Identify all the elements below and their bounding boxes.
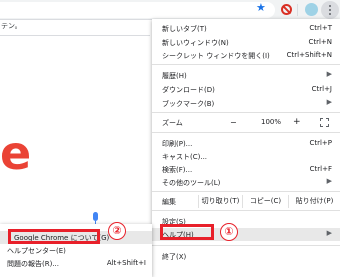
menu-item-label: 編集 bbox=[162, 198, 176, 206]
menu-divider bbox=[152, 112, 340, 113]
google-logo-fragment: e bbox=[0, 126, 32, 180]
zoom-in-button[interactable]: + bbox=[293, 117, 301, 127]
step-badge-1: ① bbox=[220, 223, 238, 241]
about-highlight-box bbox=[8, 229, 100, 244]
menu-item-new-tab[interactable]: 新しいタブ(T) Ctrl+T bbox=[152, 22, 340, 35]
copy-button[interactable]: コピー(C) bbox=[242, 195, 288, 208]
menu-item-label: 新しいウィンドウ(N) bbox=[162, 39, 229, 47]
menu-item-label: 終了(X) bbox=[162, 253, 187, 261]
chrome-main-menu: 新しいタブ(T) Ctrl+T 新しいウィンドウ(N) Ctrl+N シークレッ… bbox=[152, 19, 340, 277]
menu-item-shortcut: Ctrl+N bbox=[308, 38, 332, 46]
menu-divider bbox=[152, 64, 340, 65]
menu-item-new-window[interactable]: 新しいウィンドウ(N) Ctrl+N bbox=[152, 36, 340, 49]
cut-button[interactable]: 切り取り(T) bbox=[198, 195, 242, 208]
submenu-item-report-issue[interactable]: 問題の報告(R)... Alt+Shift+I bbox=[0, 257, 152, 270]
menu-item-edit: 編集 切り取り(T) コピー(C) 貼り付け(P) bbox=[152, 195, 340, 208]
menu-item-incognito[interactable]: シークレット ウィンドウを開く(I) Ctrl+Shift+N bbox=[152, 49, 340, 62]
menu-item-label: ダウンロード(D) bbox=[162, 86, 215, 94]
zoom-out-button[interactable]: − bbox=[230, 118, 237, 127]
fullscreen-icon[interactable] bbox=[320, 118, 329, 127]
menu-item-zoom: ズーム − 100% + bbox=[152, 116, 340, 129]
menu-item-exit[interactable]: 終了(X) bbox=[152, 250, 340, 263]
microphone-icon[interactable] bbox=[93, 212, 98, 224]
paste-button[interactable]: 貼り付け(P) bbox=[288, 195, 340, 208]
menu-item-shortcut: Ctrl+P bbox=[309, 139, 332, 147]
submenu-arrow-icon: ▶ bbox=[326, 98, 332, 106]
menu-item-cast[interactable]: キャスト(C)... bbox=[152, 150, 340, 163]
address-bar[interactable] bbox=[0, 2, 275, 18]
help-highlight-box bbox=[160, 224, 214, 240]
menu-item-label: キャスト(C)... bbox=[162, 153, 208, 161]
menu-divider bbox=[152, 245, 340, 246]
menu-item-more-tools[interactable]: その他のツール(L) ▶ bbox=[152, 176, 340, 189]
submenu-arrow-icon: ▶ bbox=[326, 229, 332, 237]
menu-kebab-icon[interactable] bbox=[321, 1, 339, 19]
menu-divider bbox=[152, 132, 340, 133]
zoom-level: 100% bbox=[261, 118, 282, 126]
menu-item-label: シークレット ウィンドウを開く(I) bbox=[162, 52, 270, 60]
menu-item-label: 検索(F)... bbox=[162, 166, 193, 174]
step-badge-2: ② bbox=[108, 222, 126, 240]
menu-divider bbox=[152, 191, 340, 192]
menu-item-downloads[interactable]: ダウンロード(D) Ctrl+J bbox=[152, 83, 340, 96]
browser-toolbar: ★ bbox=[0, 0, 340, 20]
menu-item-label: その他のツール(L) bbox=[162, 179, 221, 187]
submenu-item-label: ヘルプセンター(E) bbox=[7, 247, 66, 255]
menu-item-shortcut: Ctrl+J bbox=[311, 85, 332, 93]
bookmark-star-icon[interactable]: ★ bbox=[256, 2, 266, 14]
menu-item-find[interactable]: 検索(F)... Ctrl+F bbox=[152, 163, 340, 176]
menu-divider bbox=[152, 210, 340, 211]
menu-item-label: 履歴(H) bbox=[162, 72, 187, 80]
submenu-arrow-icon: ▶ bbox=[326, 70, 332, 78]
submenu-item-label: 問題の報告(R)... bbox=[7, 260, 60, 268]
submenu-item-help-center[interactable]: ヘルプセンター(E) bbox=[0, 244, 152, 257]
profile-avatar[interactable] bbox=[305, 3, 318, 16]
submenu-arrow-icon: ▶ bbox=[326, 177, 332, 185]
page-divider bbox=[0, 35, 150, 36]
toolbar-divider bbox=[297, 4, 298, 16]
menu-item-bookmarks[interactable]: ブックマーク(B) ▶ bbox=[152, 97, 340, 110]
menu-item-label: ズーム bbox=[162, 119, 183, 127]
submenu-item-shortcut: Alt+Shift+I bbox=[106, 259, 146, 267]
menu-item-label: 新しいタブ(T) bbox=[162, 25, 207, 33]
menu-item-shortcut: Ctrl+F bbox=[309, 165, 332, 173]
menu-item-history[interactable]: 履歴(H) ▶ bbox=[152, 69, 340, 82]
blocked-icon[interactable] bbox=[281, 4, 292, 15]
menu-item-print[interactable]: 印刷(P)... Ctrl+P bbox=[152, 137, 340, 150]
menu-item-label: ブックマーク(B) bbox=[162, 100, 215, 108]
menu-item-shortcut: Ctrl+T bbox=[309, 24, 332, 32]
page-text-fragment: テン。 bbox=[1, 22, 22, 30]
menu-item-label: 印刷(P)... bbox=[162, 140, 193, 148]
menu-item-shortcut: Ctrl+Shift+N bbox=[286, 51, 332, 59]
